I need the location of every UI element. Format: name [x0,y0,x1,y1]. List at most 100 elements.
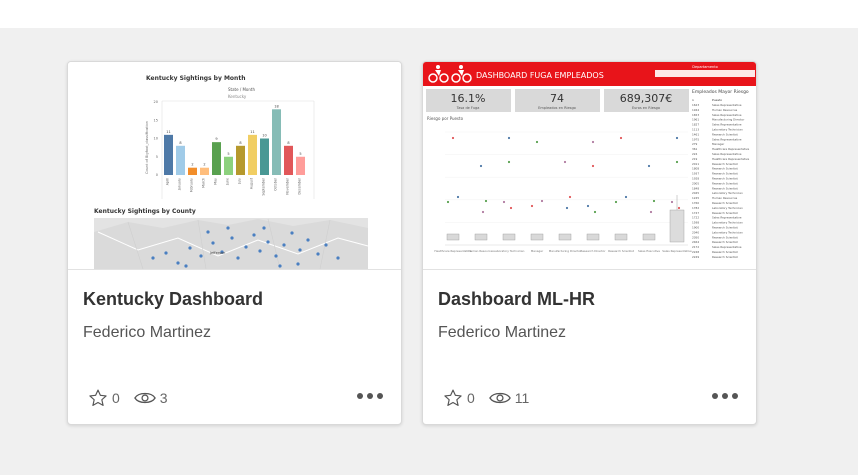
side-row-id: 224 [692,152,698,156]
kpi-value: 689,307€ [620,92,673,105]
y-ticks: 20 15 10 5 0 [154,100,158,177]
side-row-id: 1782 [692,206,699,210]
side-row-role: Research Scientist [712,235,739,239]
box-plot [642,233,656,241]
county-dot [236,256,240,260]
kentucky-map: Jefferson [94,218,369,269]
side-row-role: Research Scientist [712,250,739,254]
bar-value-label: 18 [274,104,278,108]
more-options-button[interactable] [712,393,738,399]
side-row-id: 1653 [692,113,699,117]
x-category-label: Research Director [581,249,607,253]
workbook-card-kentucky[interactable]: Kentucky Sightings by Month State / Mont… [67,61,402,425]
kpi-label: Tasa de Fuga [456,106,480,110]
hr-dashboard-preview: DASHBOARD FUGA EMPLEADOS Departamento 16… [423,62,756,259]
y-tick-label: 15 [154,118,158,122]
risk-point [509,206,513,210]
workbook-thumbnail[interactable]: Kentucky Sightings by Month State / Mont… [68,62,401,270]
risk-point [624,195,628,199]
county-dot [151,256,155,260]
kentucky-dashboard-preview: Kentucky Sightings by Month State / Mont… [94,75,369,269]
side-row-id: 279 [692,142,698,146]
risk-point [563,160,567,164]
box-plot [446,233,460,241]
bar-value-label: 2 [191,163,193,167]
workbook-title[interactable]: Kentucky Dashboard [83,289,263,310]
chart-title: Kentucky Sightings by Month [146,75,245,82]
box-plot [474,233,488,241]
x-tick-label: February [190,178,194,192]
filter-label: Departamento [692,65,717,69]
side-row-role: Research Scientist [712,201,739,205]
scatter-title: Riesgo por Puesto [427,116,464,121]
y-tick-label: 0 [156,173,158,177]
county-dot [184,264,188,268]
workbook-stats: 0 3 [88,388,182,408]
x-tick-label: December [298,177,302,194]
x-category-label: Manufacturing Director [549,249,582,253]
risk-point [675,136,679,140]
risk-point [568,195,572,199]
side-row-id: 1245 [692,196,699,200]
risk-point [507,160,511,164]
x-tick-label: July [238,178,242,185]
star-icon[interactable] [88,388,108,408]
box-plot [558,233,572,241]
county-dot [230,236,234,240]
side-row-role: Laboratory Technician [712,230,743,234]
x-tick-label: May [214,178,218,185]
side-table-col: n [692,98,694,102]
county-dot [164,251,168,255]
bar-december [296,156,305,175]
x-tick-label: November [286,177,290,194]
side-row-role: Manufacturing Director [712,118,745,122]
county-dot [262,226,266,230]
side-row-id: 219 [692,157,698,161]
side-row-role: Research Scientist [712,167,739,171]
eye-icon [133,390,156,406]
side-row-role: Human Resources [712,196,738,200]
side-row-role: Research Scientist [712,186,739,190]
x-tick-label: January [178,178,182,191]
workbook-author[interactable]: Federico Martinez [438,324,566,342]
box-plot [530,233,544,241]
side-row-role: Sales Representative [712,123,742,127]
risk-point [540,199,544,203]
risk-point [456,195,460,199]
bar-value-label: 8 [287,141,289,145]
workbook-card-ml-hr[interactable]: DASHBOARD FUGA EMPLEADOS Departamento 16… [422,61,757,425]
side-row-role: Manager [712,142,725,146]
bar-january [176,145,185,175]
more-options-button[interactable] [357,393,383,399]
bar-value-label: 5 [299,152,301,156]
county-dot [278,264,282,268]
risk-point [446,200,450,204]
side-table-col: Puesto [712,98,722,102]
more-dot-icon [367,393,373,399]
risk-point [647,164,651,168]
risk-point [565,206,569,210]
more-dot-icon [712,393,718,399]
risk-point [535,140,539,144]
kpi-label: Empleados en Riesgo [538,106,576,110]
side-row-id: 1848 [692,186,699,190]
bar-value-label: 11 [166,130,170,134]
workbook-stats: 0 11 [443,388,543,408]
bar-march [200,167,209,175]
side-row-role: Healthcare Representative [712,157,750,161]
county-dot [324,243,328,247]
risk-point [484,199,488,203]
workbook-title[interactable]: Dashboard ML-HR [438,289,595,310]
workbook-thumbnail[interactable]: DASHBOARD FUGA EMPLEADOS Departamento 16… [423,62,756,270]
x-category-label: Healthcare Representative [434,249,472,253]
side-row-id: 2172 [692,245,699,249]
side-row-role: Sales Representative [712,216,742,220]
legend-sub: Kentucky [228,94,247,99]
bar-value-label: 9 [215,137,217,141]
bar-july [236,145,245,175]
star-icon[interactable] [443,388,463,408]
bar-value-label: 8 [179,141,181,145]
bar-april [164,134,173,175]
workbook-author[interactable]: Federico Martinez [83,324,211,342]
side-row-role: Laboratory Technician [712,206,743,210]
